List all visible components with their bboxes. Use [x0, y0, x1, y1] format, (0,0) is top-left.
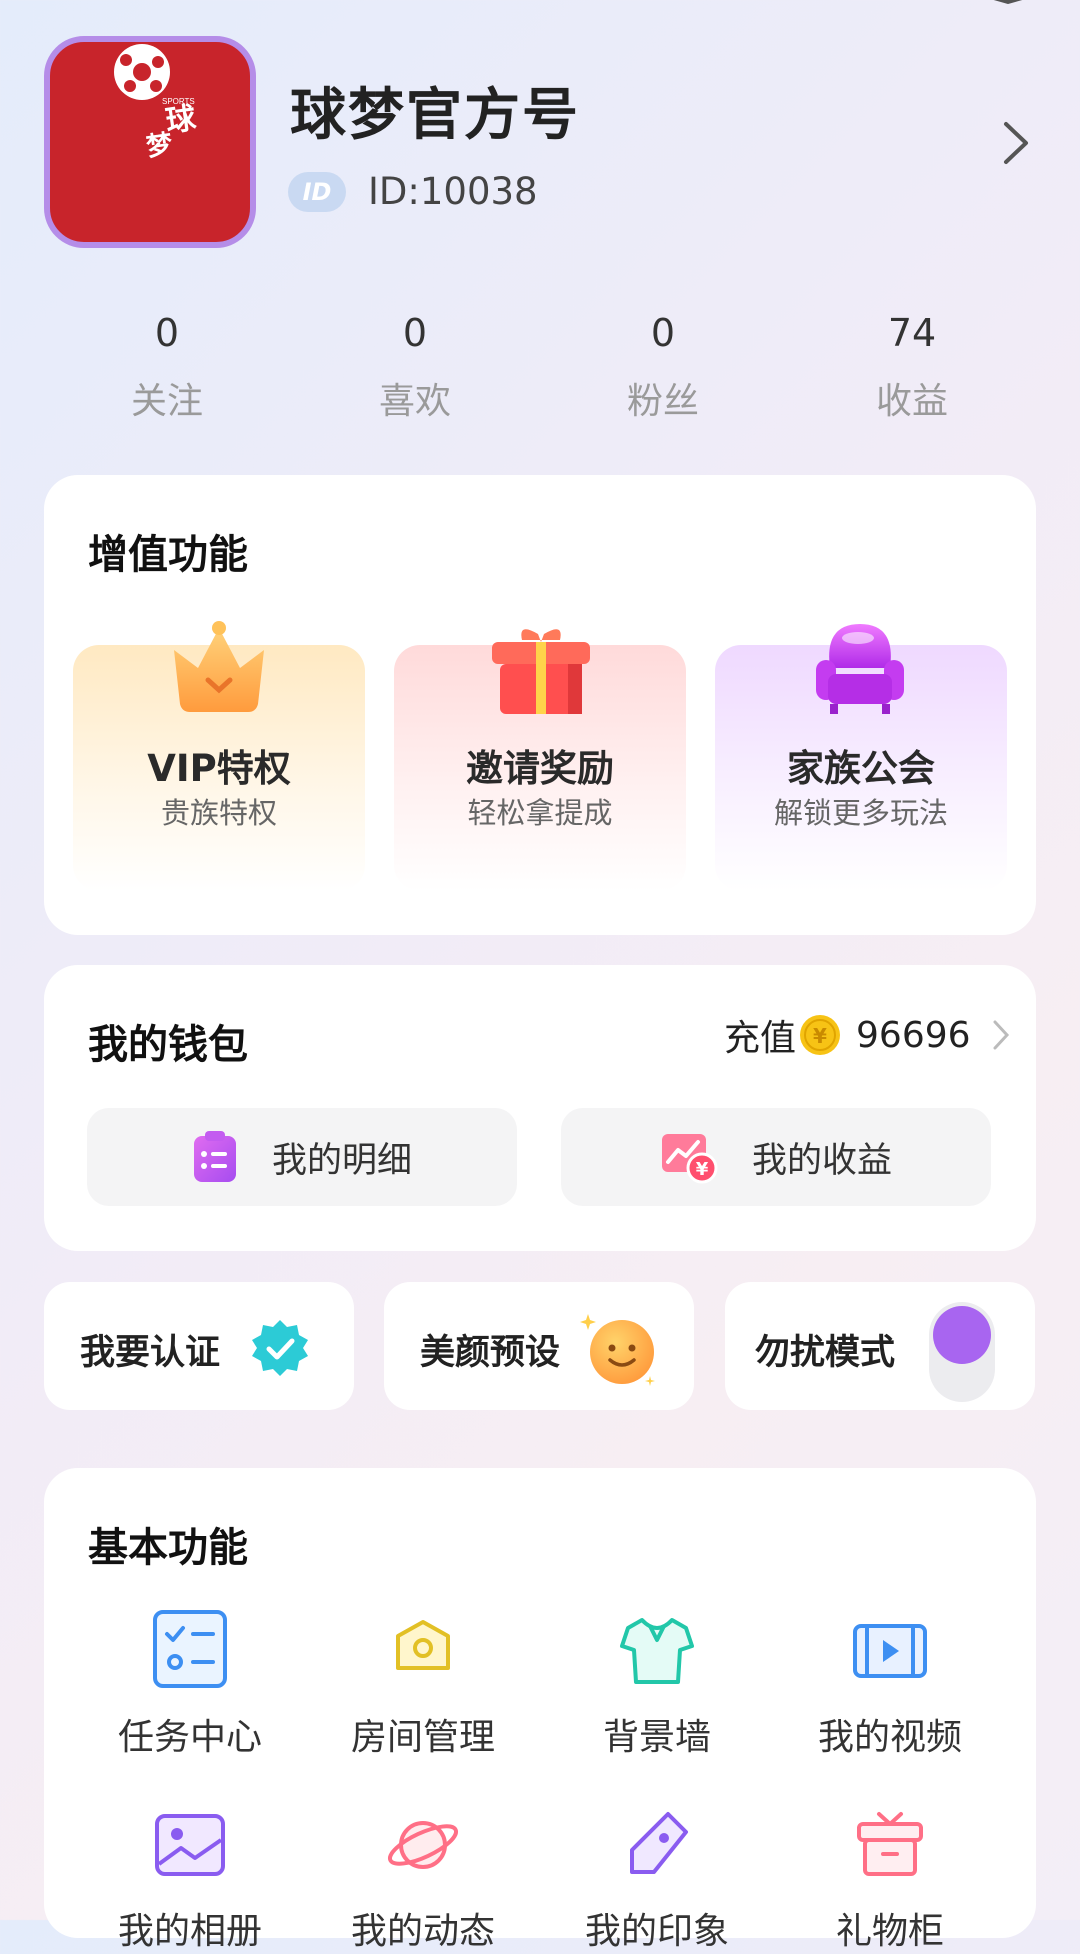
video-film-icon	[853, 1624, 927, 1678]
task-list-icon	[153, 1610, 227, 1688]
section-title: 基本功能	[88, 1525, 248, 1571]
section-title: 我的钱包	[88, 1022, 248, 1068]
my-moments-item[interactable]: 我的动态	[308, 1800, 538, 1954]
crown-icon	[174, 621, 264, 712]
background-wall-label: 背景墙	[602, 1717, 711, 1758]
vip-privilege-label: VIP特权	[147, 747, 291, 790]
invite-reward-subtitle: 轻松拿提成	[467, 796, 613, 830]
do-not-disturb-toggle[interactable]	[929, 1302, 995, 1402]
earnings-chart-icon: ¥	[661, 1134, 718, 1184]
team-logo-icon: SPORTS 球 梦	[114, 44, 199, 163]
invite-reward-label: 邀请奖励	[466, 747, 614, 790]
profile-name: 球梦官方号	[290, 83, 580, 148]
task-center-item[interactable]: 任务中心	[75, 1606, 305, 1760]
svg-text:梦: 梦	[145, 129, 176, 162]
room-hexagon-icon	[396, 1620, 450, 1670]
id-badge: ID	[288, 172, 346, 212]
stat-value: 0	[402, 311, 428, 355]
stat-label: 关注	[130, 381, 203, 422]
task-center-label: 任务中心	[117, 1717, 262, 1758]
stat-value: 0	[154, 311, 180, 355]
planet-icon	[387, 1821, 459, 1869]
gift-cabinet-label: 礼物柜	[835, 1911, 944, 1952]
photo-album-icon	[155, 1814, 225, 1876]
stat-label: 喜欢	[378, 381, 451, 422]
my-impressions-item[interactable]: 我的印象	[542, 1800, 772, 1954]
my-earnings-button[interactable]: ¥ 我的收益	[561, 1108, 991, 1206]
gift-cabinet-icon	[857, 1812, 923, 1876]
stat-following[interactable]: 0 关注	[67, 308, 267, 424]
tag-pen-icon	[630, 1812, 688, 1874]
settings-icon[interactable]	[980, 0, 1036, 20]
family-guild-subtitle: 解锁更多玩法	[773, 796, 948, 830]
recharge-link[interactable]: 充值 ¥ 96696	[724, 1010, 1013, 1060]
stat-fans[interactable]: 0 粉丝	[563, 308, 763, 424]
vip-privilege-subtitle: 贵族特权	[160, 796, 277, 830]
stat-label: 收益	[875, 381, 948, 422]
stat-likes[interactable]: 0 喜欢	[315, 308, 515, 424]
do-not-disturb-tile[interactable]: 勿扰模式	[725, 1282, 1035, 1410]
sofa-icon	[816, 624, 904, 714]
avatar[interactable]: SPORTS 球 梦	[44, 36, 256, 248]
family-guild-label: 家族公会	[787, 747, 935, 790]
gift-cabinet-item[interactable]: 礼物柜	[775, 1800, 1005, 1954]
profile-id: ID:10038	[368, 170, 538, 213]
clipboard-list-icon	[193, 1131, 236, 1182]
beauty-preset-tile[interactable]: 美颜预设	[384, 1282, 694, 1410]
verification-tile[interactable]: 我要认证	[44, 1282, 354, 1410]
chevron-right-icon[interactable]	[996, 118, 1036, 168]
my-videos-label: 我的视频	[817, 1717, 962, 1758]
my-album-item[interactable]: 我的相册	[75, 1800, 305, 1954]
toggle-knob	[933, 1306, 991, 1364]
room-management-item[interactable]: 房间管理	[308, 1606, 538, 1760]
section-title: 增值功能	[88, 532, 248, 578]
my-moments-label: 我的动态	[350, 1911, 495, 1952]
my-album-label: 我的相册	[117, 1911, 262, 1952]
recharge-label: 充值	[724, 1018, 797, 1059]
gift-icon	[492, 629, 590, 714]
my-details-label: 我的明细	[271, 1140, 412, 1181]
background-wall-item[interactable]: 背景墙	[542, 1606, 772, 1760]
chevron-right-icon	[993, 1020, 1009, 1050]
my-videos-item[interactable]: 我的视频	[775, 1606, 1005, 1760]
gold-coin-icon: ¥	[800, 1015, 841, 1055]
smiley-face-icon	[580, 1314, 655, 1386]
do-not-disturb-label: 勿扰模式	[755, 1333, 896, 1373]
verified-badge-icon	[252, 1320, 308, 1376]
stat-earnings[interactable]: 74 收益	[812, 308, 1012, 424]
beauty-preset-label: 美颜预设	[420, 1333, 561, 1373]
svg-text:¥: ¥	[696, 1159, 709, 1180]
stat-label: 粉丝	[626, 381, 699, 422]
room-management-label: 房间管理	[350, 1717, 495, 1758]
verification-label: 我要认证	[80, 1333, 221, 1373]
stat-value: 0	[650, 311, 676, 355]
coin-balance: 96696	[856, 1014, 971, 1056]
my-earnings-label: 我的收益	[751, 1140, 892, 1181]
my-impressions-label: 我的印象	[584, 1911, 729, 1952]
stat-value: 74	[887, 311, 937, 355]
shirt-icon	[620, 1618, 694, 1684]
svg-text:¥: ¥	[813, 1024, 827, 1048]
my-details-button[interactable]: 我的明细	[87, 1108, 517, 1206]
